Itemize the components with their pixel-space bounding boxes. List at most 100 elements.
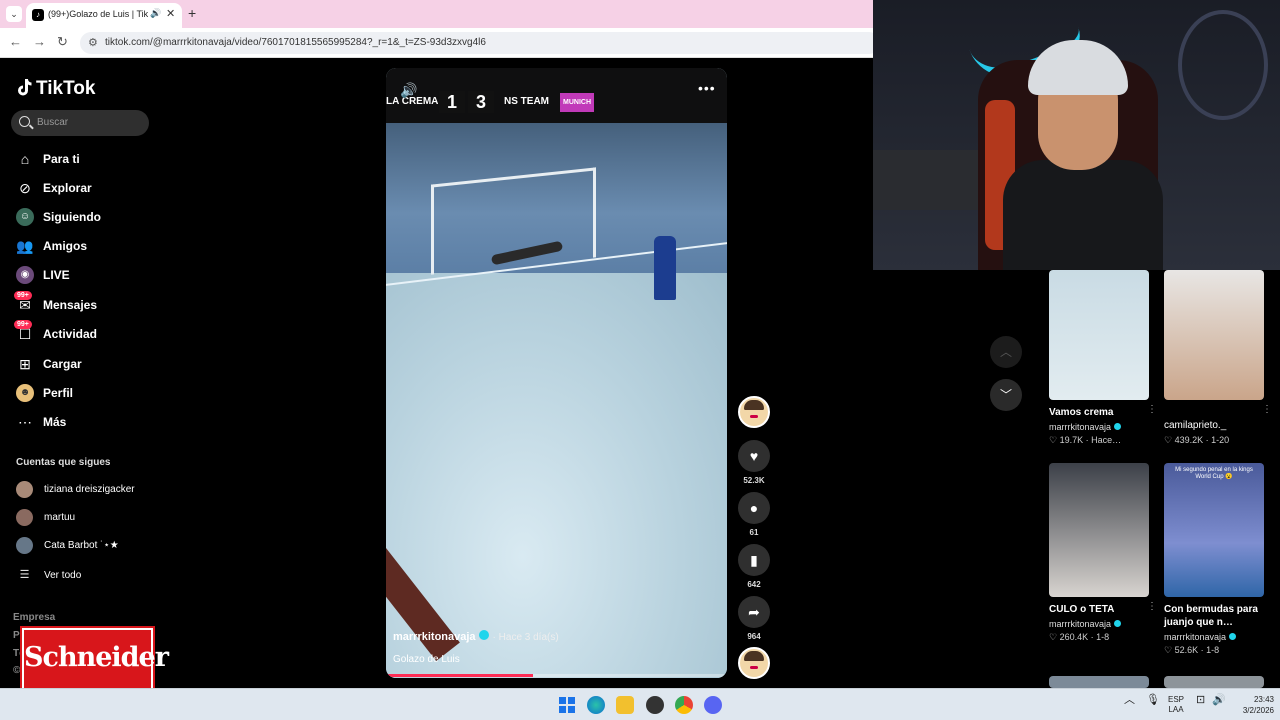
tiktok-logo[interactable]: TikTok [16,76,95,100]
discord-icon[interactable] [704,696,722,714]
file-explorer-icon[interactable] [616,696,634,714]
sidebar-item-actividad[interactable]: ☐ 99+ Actividad [14,320,156,347]
tiktok-sidebar: TikTok Buscar ⌂ Para ti ⊘ Explorar ☺ Sig… [0,58,169,690]
close-tab-icon[interactable]: ✕ [166,7,175,20]
more-icon: ⋯ [18,414,32,430]
more-options-icon[interactable]: ••• [698,80,716,96]
schneider-logo-text: Schneider [24,642,169,673]
feed-author: marrrkitonavaja [1049,422,1149,432]
show-hidden-icons[interactable]: ︿ [1124,695,1135,706]
profile-icon: ☻ [16,384,34,402]
sidebar-item-mas[interactable]: ⋯ Más [16,413,156,435]
sidebar-item-label: Cargar [43,357,82,371]
windows-start-icon[interactable] [558,696,576,714]
share-button[interactable]: ➦ 964 [738,596,770,641]
feed-thumbnail[interactable] [1049,676,1149,688]
more-icon[interactable]: ⋮ [1147,601,1157,612]
sidebar-item-label: Perfil [43,386,74,400]
edge-icon[interactable] [587,696,605,714]
sidebar-item-live[interactable]: ◉ LIVE [16,266,156,288]
tab-search-icon[interactable]: ⌄ [6,6,22,22]
following-item[interactable]: Cata Barbot ˙⋆★ [16,537,156,555]
video-progress-bar[interactable] [386,674,727,677]
feed-thumbnail [1049,270,1149,400]
search-icon [19,116,30,127]
chrome-icon[interactable] [675,696,693,714]
activity-badge: 99+ [14,320,32,329]
sidebar-item-explorar[interactable]: ⊘ Explorar [16,179,156,201]
more-icon[interactable]: ⋮ [1262,404,1272,415]
browser-tab[interactable]: ♪ (99+)Golazo de Luis | TikTok 🔊 ✕ [26,3,182,28]
thumbnail-text: Mi segundo penal en la kings World Cup 😮 [1175,467,1253,480]
sidebar-item-cargar[interactable]: ⊞ Cargar [16,355,156,377]
sidebar-item-para-ti[interactable]: ⌂ Para ti [16,150,156,172]
network-icon[interactable]: ⊡ [1196,695,1205,706]
home-icon: ⌂ [20,151,30,167]
video-time: · Hace 3 día(s) [492,632,559,643]
sponsor-badge: MUNICH [560,93,594,112]
system-clock[interactable]: 23:43 3/2/2026 [1226,694,1274,716]
previous-video-button[interactable]: ︿ [990,336,1022,368]
reload-icon[interactable]: ↻ [57,34,68,50]
speaker-icon[interactable]: 🔊 [150,8,161,19]
messages-badge: 99+ [14,291,32,300]
bookmark-icon: ▮ [738,544,770,576]
url-field[interactable]: ⚙ tiktok.com/@marrrkitonavaja/video/7601… [80,32,880,54]
video-author[interactable]: marrrkitonavaja · Hace 3 día(s) [393,630,559,643]
save-button[interactable]: ▮ 642 [738,544,770,589]
feed-thumbnail[interactable] [1164,676,1264,688]
site-info-icon[interactable]: ⚙ [88,36,98,49]
feed-author-name: marrrkitonavaja [1164,632,1227,642]
comment-icon: ● [738,492,770,524]
like-button[interactable]: ♥ 52.3K [738,440,770,485]
feed-stats: ♡ 260.4K · 1-8 [1049,632,1110,642]
feed-stats: ♡ 439.2K · 1-20 [1164,435,1230,445]
language-indicator[interactable]: ESP LAA [1168,695,1184,715]
live-icon: ◉ [16,266,34,284]
footer-link-empresa[interactable]: Empresa [13,612,55,623]
comment-count: 61 [749,528,759,537]
volume-tray-icon[interactable]: 🔊 [1212,695,1226,706]
sidebar-item-amigos[interactable]: 👥 Amigos [16,237,156,259]
feed-card[interactable]: ⋮ CULO o TETA marrrkitonavaja ♡ 260.4K ·… [1049,463,1157,643]
upload-icon: ⊞ [19,356,31,372]
feed-card[interactable]: Mi segundo penal en la kings World Cup 😮… [1164,463,1264,656]
sidebar-item-mensajes[interactable]: ✉ 99+ Mensajes [14,291,156,318]
save-count: 642 [747,580,761,589]
following-item[interactable]: martuu [16,509,156,527]
feed-card[interactable]: ⋮ camilaprieto._ ♡ 439.2K · 1-20 [1164,270,1272,446]
next-video-button[interactable]: ﹀ [990,379,1022,411]
new-tab-icon[interactable]: + [188,5,196,21]
feed-stats: ♡ 52.6K · 1-8 [1164,645,1220,655]
back-icon[interactable]: ← [9,34,22,49]
see-all-label: Ver todo [44,570,82,581]
away-team: NS TEAM [504,96,549,107]
video-player[interactable]: LA CREMA 1 3 NS TEAM MUNICH 🔊 ••• marrrk… [386,68,727,678]
tiktok-favicon-icon: ♪ [32,9,44,21]
following-item[interactable]: tiziana dreiszigacker [16,481,156,499]
music-disc-button[interactable] [738,647,770,679]
forward-icon[interactable]: → [33,34,46,49]
logo-text: TikTok [36,78,96,99]
comment-button[interactable]: ● 61 [738,492,770,537]
see-all-link[interactable]: ☰ Ver todo [16,567,156,585]
following-section-title: Cuentas que sigues [16,457,111,468]
friends-icon: 👥 [16,238,34,254]
feed-thumbnail: Mi segundo penal en la kings World Cup 😮 [1164,463,1264,597]
following-name: Cata Barbot ˙⋆★ [44,540,119,551]
feed-card[interactable]: ⋮ Vamos crema marrrkitonavaja ♡ 19.7K · … [1049,270,1157,446]
microphone-icon[interactable]: 🎙 [1146,695,1160,706]
sidebar-item-label: Amigos [43,239,88,253]
volume-icon[interactable]: 🔊 [400,82,417,99]
search-input[interactable]: Buscar [11,110,149,136]
obs-icon[interactable] [646,696,664,714]
sidebar-item-perfil[interactable]: ☻ Perfil [16,384,156,406]
footer-copyright: © [13,665,21,676]
more-icon[interactable]: ⋮ [1147,404,1157,415]
chevron-up-icon: ︿ [999,345,1012,359]
windows-taskbar: ︿ 🎙 ESP LAA ⊡ 🔊 23:43 3/2/2026 [0,688,1280,720]
sidebar-item-siguiendo[interactable]: ☺ Siguiendo [16,208,156,230]
feed-title: Con bermudas para juanjo que n… [1164,604,1258,628]
creator-avatar-button[interactable] [738,396,770,428]
away-score: 3 [468,91,494,113]
